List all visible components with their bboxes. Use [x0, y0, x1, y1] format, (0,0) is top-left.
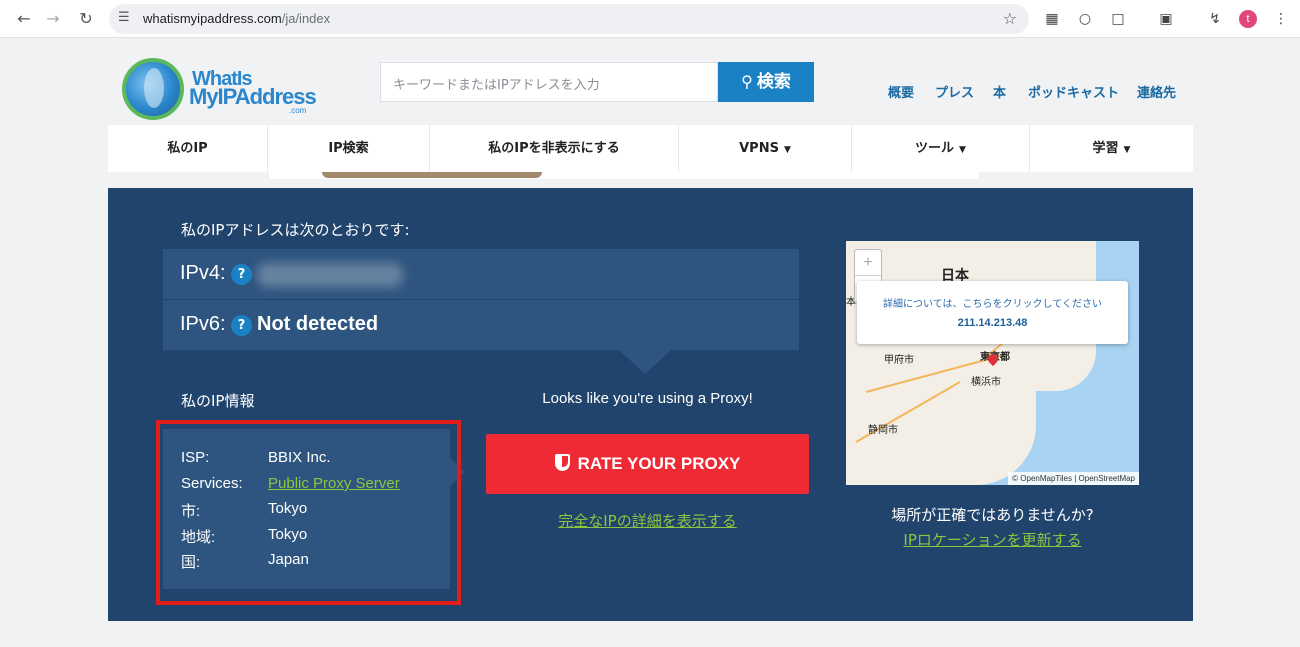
- profile-avatar[interactable]: t: [1239, 10, 1257, 28]
- screenshot-extension-icon[interactable]: ▣: [1156, 9, 1176, 29]
- ip-panel-title: 私のIPアドレスは次のとおりです:: [181, 221, 410, 239]
- main-navigation: 私のIP IP検索 私のIPを非表示にする VPNS ▼ ツール ▼ 学習 ▼: [108, 125, 1193, 172]
- ip-info-title: 私のIP情報: [181, 392, 255, 410]
- ipv6-row: IPv6: ? Not detected: [163, 300, 799, 350]
- ipv4-value-blurred: [257, 263, 403, 287]
- rate-proxy-label: RATE YOUR PROXY: [577, 454, 741, 473]
- location-map[interactable]: 日本 本 甲府市 東京都 横浜市 静岡市 + − 詳細については、こちらをクリッ…: [846, 241, 1139, 485]
- url-text: whatismyipaddress.com/ja/index: [143, 11, 330, 26]
- update-location-link[interactable]: IPロケーションを更新する: [846, 529, 1139, 550]
- pointer-triangle: [619, 350, 671, 374]
- bookmark-star-icon[interactable]: ☆: [1003, 9, 1017, 28]
- highlight-box: [156, 420, 461, 605]
- url-path: /ja/index: [281, 11, 331, 26]
- map-land: [996, 371, 1036, 431]
- search-icon: ⚲: [741, 72, 753, 91]
- extension-circle-icon[interactable]: ○: [1075, 9, 1095, 29]
- map-attribution[interactable]: © OpenMapTiles | OpenStreetMap: [1008, 472, 1139, 485]
- nav-item-ip-lookup[interactable]: IP検索: [268, 125, 430, 172]
- zoom-in-button[interactable]: +: [855, 250, 881, 276]
- search-input[interactable]: キーワードまたはIPアドレスを入力: [380, 62, 718, 102]
- caret-down-icon: ▼: [1123, 145, 1131, 155]
- site-settings-icon[interactable]: ☰: [118, 10, 130, 25]
- forward-arrow-icon[interactable]: →: [43, 9, 63, 29]
- ipv4-label: IPv4:: [180, 262, 226, 284]
- nav-item-label: ツール: [915, 141, 955, 156]
- nav-item-learn[interactable]: 学習 ▼: [1030, 125, 1193, 172]
- location-question: 場所が正確ではありませんか?: [891, 506, 1094, 524]
- nav-item-label: 私のIPを非表示にする: [488, 141, 620, 156]
- proxy-message: Looks like you're using a Proxy!: [542, 390, 753, 407]
- caret-down-icon: ▼: [959, 145, 966, 155]
- nav-item-vpns[interactable]: VPNS ▼: [679, 125, 852, 172]
- ipv6-label: IPv6:: [180, 313, 226, 335]
- ipv4-help-icon[interactable]: ?: [231, 264, 252, 285]
- address-bar[interactable]: ☰ whatismyipaddress.com/ja/index ☆: [109, 4, 1029, 34]
- top-link-contact[interactable]: 連絡先: [1137, 82, 1176, 101]
- search-button[interactable]: ⚲ 検索: [718, 62, 814, 102]
- puzzle-extension-icon[interactable]: □: [1108, 9, 1128, 29]
- map-popup-text[interactable]: 詳細については、こちらをクリックしてください: [857, 295, 1128, 310]
- map-label-shizuoka: 静岡市: [868, 425, 898, 436]
- nav-item-label: 私のIP: [167, 141, 208, 156]
- ipv4-row: IPv4: ?: [163, 249, 799, 299]
- shield-icon: [554, 454, 570, 471]
- top-link-press[interactable]: プレス: [935, 82, 974, 101]
- nav-item-hide-ip[interactable]: 私のIPを非表示にする: [430, 125, 679, 172]
- map-popup-ip[interactable]: 211.14.213.48: [857, 317, 1128, 329]
- top-link-about[interactable]: 概要: [888, 82, 914, 101]
- more-menu-icon[interactable]: ⋮: [1271, 9, 1291, 29]
- back-arrow-icon[interactable]: ←: [14, 9, 34, 29]
- ipv6-help-icon[interactable]: ?: [231, 315, 252, 336]
- nav-item-label: IP検索: [328, 141, 369, 156]
- globe-logo-icon: [122, 58, 184, 120]
- browser-toolbar: ← → ↻ ☰ whatismyipaddress.com/ja/index ☆…: [0, 0, 1300, 38]
- nav-item-label: 学習: [1092, 141, 1119, 156]
- top-link-podcast[interactable]: ポッドキャスト: [1028, 82, 1119, 101]
- site-logo[interactable]: WhatIs MyIPAddress .com: [122, 56, 317, 122]
- search-button-label: 検索: [756, 72, 791, 92]
- logo-text-com: .com: [289, 106, 307, 115]
- url-host: whatismyipaddress.com: [143, 11, 282, 26]
- bolt-extension-icon[interactable]: ↯: [1205, 9, 1225, 29]
- ad-image: [322, 172, 542, 178]
- caret-down-icon: ▼: [783, 145, 791, 155]
- map-label-kofu: 甲府市: [884, 355, 914, 366]
- map-popup[interactable]: 詳細については、こちらをクリックしてください 211.14.213.48: [857, 281, 1128, 344]
- nav-item-label: VPNS: [739, 141, 779, 156]
- qr-code-icon[interactable]: ▦: [1042, 9, 1062, 29]
- map-label-yokohama: 横浜市: [971, 377, 1001, 388]
- reload-icon[interactable]: ↻: [76, 9, 96, 29]
- rate-proxy-button[interactable]: RATE YOUR PROXY: [486, 434, 809, 494]
- ipv6-value: Not detected: [257, 313, 379, 335]
- ad-banner-strip[interactable]: [269, 172, 979, 179]
- top-link-book[interactable]: 本: [993, 82, 1006, 101]
- nav-item-tools[interactable]: ツール ▼: [852, 125, 1030, 172]
- nav-item-my-ip[interactable]: 私のIP: [108, 125, 268, 172]
- full-ip-details-link[interactable]: 完全なIPの詳細を表示する: [486, 510, 809, 531]
